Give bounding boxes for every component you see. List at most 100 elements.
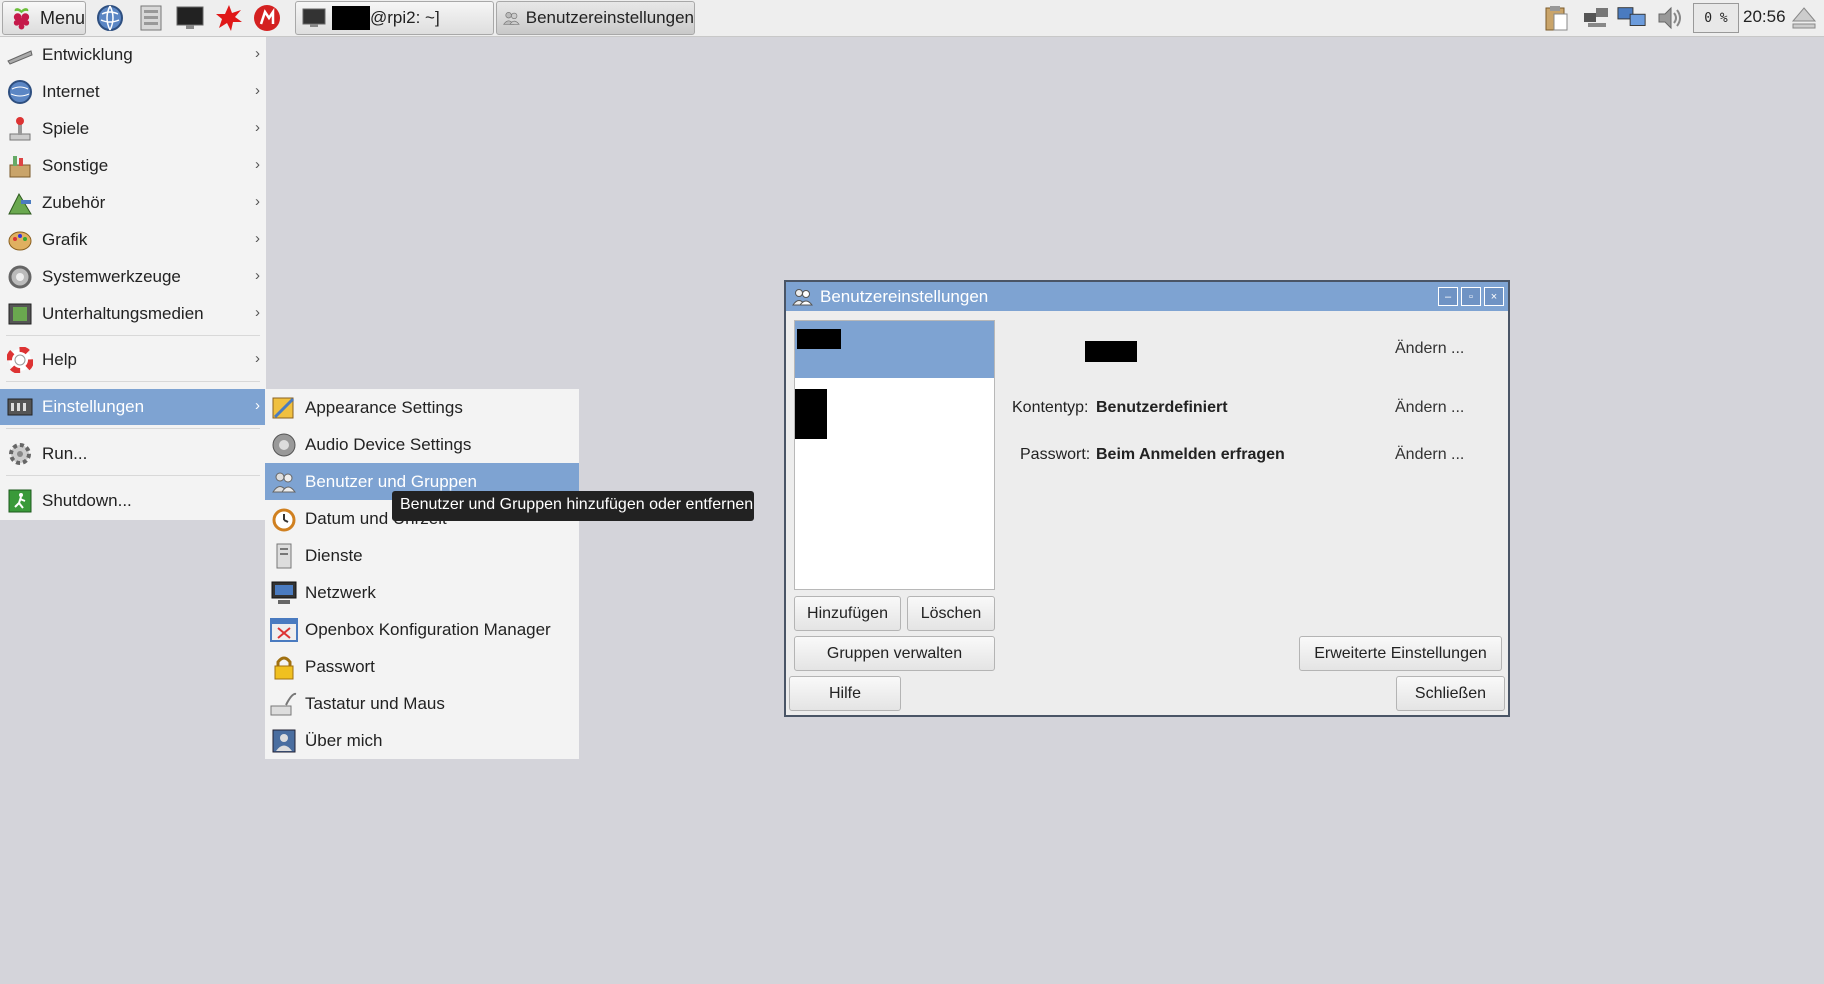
submenu-item-ueber-mich[interactable]: Über mich — [265, 722, 579, 759]
development-icon — [6, 41, 34, 69]
chevron-right-icon: › — [255, 304, 260, 321]
network-status-icon[interactable] — [1581, 3, 1611, 33]
submenu-item-tastatur-maus[interactable]: Tastatur und Maus — [265, 685, 579, 722]
submenu-item-label: Netzwerk — [305, 582, 376, 602]
menu-item-shutdown[interactable]: Shutdown... — [0, 483, 266, 519]
user-list-item[interactable] — [795, 389, 994, 439]
menu-separator — [6, 381, 260, 382]
password-label: Passwort: — [1020, 446, 1091, 463]
taskbar-task-user-settings[interactable]: Benutzereinstellungen — [496, 1, 695, 35]
menu-item-label: Run... — [42, 444, 88, 463]
menu-item-zubehoer[interactable]: Zubehör › — [0, 185, 266, 221]
submenu-item-label: Passwort — [305, 656, 375, 676]
menu-item-spiele[interactable]: Spiele › — [0, 111, 266, 147]
submenu-item-openbox[interactable]: Openbox Konfiguration Manager — [265, 611, 579, 648]
menu-item-einstellungen[interactable]: Einstellungen › — [0, 389, 266, 425]
menu-item-grafik[interactable]: Grafik › — [0, 222, 266, 258]
add-user-button[interactable]: Hinzufügen — [794, 596, 901, 631]
manage-groups-button[interactable]: Gruppen verwalten — [794, 636, 995, 671]
dialog-titlebar[interactable]: Benutzereinstellungen — [786, 282, 1508, 311]
redacted-user-name — [795, 389, 827, 439]
menu-item-unterhaltungsmedien[interactable]: Unterhaltungsmedien › — [0, 296, 266, 332]
clock: 20:56 — [1743, 7, 1786, 26]
menu-item-label: Einstellungen — [42, 397, 145, 416]
account-type-label: Kontentyp: — [1012, 399, 1089, 416]
chevron-right-icon: › — [255, 397, 260, 414]
user-list-item-selected[interactable] — [795, 321, 994, 378]
terminal-task-label: @rpi2: ~] — [370, 8, 440, 27]
advanced-settings-button[interactable]: Erweiterte Einstellungen — [1299, 636, 1502, 671]
menu-item-entwicklung[interactable]: Entwicklung › — [0, 37, 266, 73]
clock-icon — [270, 505, 298, 533]
users-icon — [503, 12, 520, 25]
padlock-icon — [270, 653, 298, 681]
close-dialog-button[interactable]: Schließen — [1396, 676, 1505, 711]
minimize-icon: – — [1444, 290, 1452, 303]
internet-globe-icon — [6, 78, 34, 106]
games-icon — [6, 115, 34, 143]
start-menu: Entwicklung › Internet › Spiele › Sonstige ›… — [0, 37, 266, 520]
appearance-icon — [270, 394, 298, 422]
menu-separator — [6, 335, 260, 336]
password-value: Beim Anmelden erfragen — [1096, 446, 1285, 463]
submenu-item-label: Openbox Konfiguration Manager — [305, 619, 551, 639]
mathematica-star-icon[interactable] — [214, 3, 244, 33]
minimize-button[interactable]: – — [1438, 287, 1458, 306]
raspberry-icon — [13, 8, 30, 30]
about-me-icon — [270, 727, 298, 755]
maximize-button[interactable]: ▫ — [1461, 287, 1481, 306]
menu-item-label: Internet — [42, 82, 100, 101]
submenu-item-netzwerk[interactable]: Netzwerk — [265, 574, 579, 611]
submenu-item-label: Tastatur und Maus — [305, 693, 445, 713]
submenu-item-appearance[interactable]: Appearance Settings — [265, 389, 579, 426]
chevron-right-icon: › — [255, 82, 260, 99]
menu-item-sonstige[interactable]: Sonstige › — [0, 148, 266, 184]
menu-item-label: Systemwerkzeuge — [42, 267, 181, 286]
help-button[interactable]: Hilfe — [789, 676, 901, 711]
network-monitor-icon[interactable] — [1617, 3, 1647, 33]
menu-item-label: Help — [42, 350, 77, 369]
maximize-icon: ▫ — [1469, 290, 1473, 303]
user-list[interactable] — [794, 320, 995, 590]
network-icon — [270, 579, 298, 607]
user-task-label: Benutzereinstellungen — [525, 8, 694, 27]
services-icon — [270, 542, 298, 570]
delete-user-button[interactable]: Löschen — [907, 596, 995, 631]
close-icon: × — [1490, 290, 1498, 303]
volume-icon[interactable] — [1655, 3, 1685, 33]
users-icon — [792, 288, 814, 305]
menu-item-internet[interactable]: Internet › — [0, 74, 266, 110]
submenu-item-audio[interactable]: Audio Device Settings — [265, 426, 579, 463]
menu-item-label: Spiele — [42, 119, 90, 138]
taskbar-task-terminal[interactable]: @rpi2: ~] — [295, 1, 494, 35]
file-manager-icon[interactable] — [136, 3, 166, 33]
change-name-link[interactable]: Ändern ... — [1395, 340, 1464, 358]
redacted-full-name — [1085, 341, 1137, 362]
multimedia-icon — [6, 300, 34, 328]
cpu-monitor: 0 % — [1693, 3, 1739, 33]
web-browser-icon[interactable] — [95, 3, 125, 33]
menu-item-run[interactable]: Run... — [0, 436, 266, 472]
settings-submenu: Appearance Settings Audio Device Setting… — [265, 389, 579, 759]
run-gear-icon — [6, 440, 34, 468]
submenu-item-dienste[interactable]: Dienste — [265, 537, 579, 574]
clipboard-icon[interactable] — [1541, 3, 1571, 33]
menu-item-label: Shutdown... — [42, 491, 132, 510]
menu-item-label: Zubehör — [42, 193, 106, 212]
dialog-title: Benutzereinstellungen — [820, 286, 989, 306]
account-type-value: Benutzerdefiniert — [1096, 399, 1228, 416]
terminal-icon[interactable] — [175, 3, 205, 33]
change-password-link[interactable]: Ändern ... — [1395, 446, 1464, 464]
wolfram-icon[interactable] — [252, 3, 282, 33]
keyboard-mouse-icon — [270, 690, 298, 718]
eject-icon[interactable] — [1789, 3, 1819, 33]
users-groups-icon — [270, 468, 298, 496]
menu-item-help[interactable]: Help › — [0, 342, 266, 378]
close-window-button[interactable]: × — [1484, 287, 1504, 306]
main-menu-button[interactable]: Menu — [2, 1, 86, 35]
chevron-right-icon: › — [255, 45, 260, 62]
change-account-type-link[interactable]: Ändern ... — [1395, 399, 1464, 417]
settings-icon — [6, 393, 34, 421]
menu-item-systemwerkzeuge[interactable]: Systemwerkzeuge › — [0, 259, 266, 295]
submenu-item-passwort[interactable]: Passwort — [265, 648, 579, 685]
